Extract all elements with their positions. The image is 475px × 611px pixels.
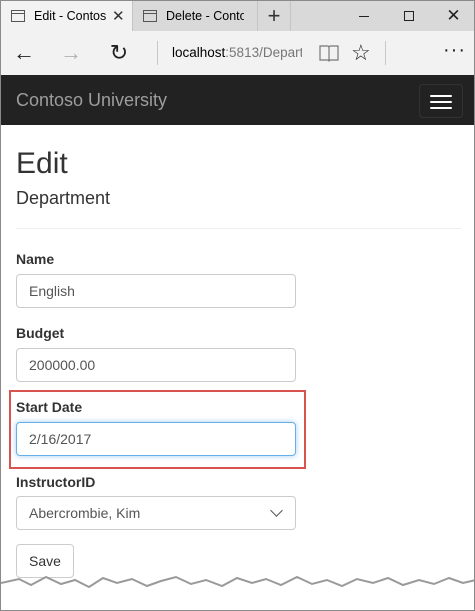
site-navbar: Contoso University: [1, 75, 474, 125]
minimize-button[interactable]: [341, 1, 386, 31]
hamburger-icon: [430, 95, 452, 97]
back-arrow-icon: ←: [13, 40, 35, 65]
refresh-icon: ↻: [109, 40, 129, 65]
close-window-button[interactable]: ✕: [431, 1, 474, 31]
name-input[interactable]: [16, 274, 296, 308]
name-label: Name: [16, 251, 55, 267]
tab-title: Edit - Contoso: [34, 9, 106, 23]
page-favicon-icon: [11, 10, 25, 22]
url-path: :5813/Departm: [225, 45, 302, 60]
instructor-selected-value: Abercrombie, Kim: [29, 505, 141, 521]
toolbar-divider: [385, 41, 386, 65]
hamburger-icon: [430, 107, 452, 109]
more-icon[interactable]: ···: [443, 39, 466, 62]
forward-arrow-icon: →: [60, 40, 82, 65]
forward-button[interactable]: →: [56, 38, 86, 68]
close-icon: ✕: [446, 6, 461, 25]
torn-edge-decoration: [1, 575, 474, 610]
page-subtitle: Department: [16, 188, 111, 208]
tab-close-icon[interactable]: ✕: [112, 7, 125, 25]
budget-input[interactable]: [16, 348, 296, 382]
browser-window: Edit - Contoso ✕ Delete - Contoso + ✕ ← …: [0, 0, 475, 611]
reading-view-icon[interactable]: [319, 44, 339, 62]
url-host: localhost: [172, 45, 226, 60]
brand-link[interactable]: Contoso University: [16, 90, 167, 111]
hamburger-icon: [430, 101, 452, 103]
star-icon[interactable]: ☆: [351, 40, 371, 66]
chevron-down-icon: [270, 504, 283, 517]
navbar-toggle-button[interactable]: [419, 84, 463, 118]
budget-label: Budget: [16, 325, 65, 341]
start-date-label: Start Date: [16, 399, 83, 415]
maximize-button[interactable]: [386, 1, 431, 31]
browser-toolbar: ← → ↻ localhost:5813/Departm ☆ ···: [1, 31, 474, 75]
maximize-icon: [403, 11, 414, 21]
tab-edit[interactable]: Edit - Contoso ✕: [1, 1, 132, 31]
new-tab-button[interactable]: +: [257, 1, 291, 31]
tab-title: Delete - Contoso: [166, 9, 244, 23]
start-date-input[interactable]: [16, 422, 296, 456]
instructor-label: InstructorID: [16, 474, 96, 490]
divider: [16, 228, 461, 229]
minimize-icon: [358, 15, 369, 17]
refresh-button[interactable]: ↻: [104, 38, 134, 68]
instructor-select[interactable]: Abercrombie, Kim: [16, 496, 296, 530]
toolbar-divider: [157, 41, 158, 65]
page-title: Edit: [16, 147, 68, 180]
tab-delete[interactable]: Delete - Contoso: [132, 1, 255, 31]
tab-strip: Edit - Contoso ✕ Delete - Contoso + ✕: [1, 1, 474, 31]
address-bar[interactable]: localhost:5813/Departm: [172, 45, 302, 60]
back-button[interactable]: ←: [9, 38, 39, 68]
page-favicon-icon: [143, 10, 157, 22]
